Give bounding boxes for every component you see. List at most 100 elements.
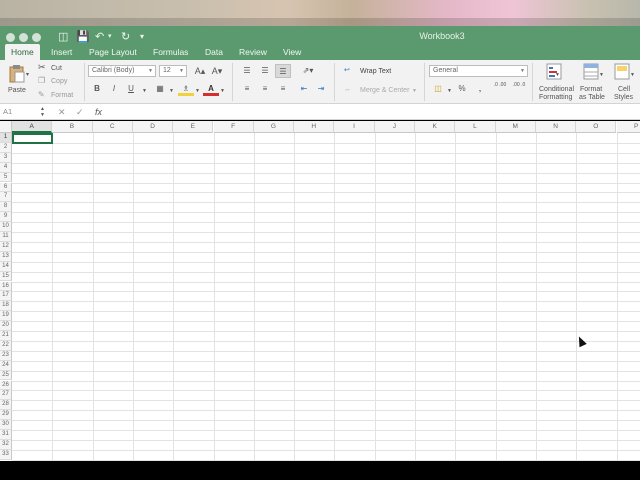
row-header[interactable]: 19 — [0, 311, 12, 322]
font-color-icon[interactable]: A — [203, 82, 219, 96]
row-header[interactable]: 24 — [0, 360, 12, 371]
row-header[interactable]: 22 — [0, 340, 12, 351]
accounting-dropdown-icon[interactable]: ▼ — [447, 87, 452, 96]
column-header[interactable]: B — [52, 121, 93, 133]
tab-home[interactable]: Home — [5, 44, 40, 60]
tab-view[interactable]: View — [277, 44, 307, 60]
tab-review[interactable]: Review — [233, 44, 273, 60]
bold-button[interactable]: B — [89, 82, 105, 96]
percent-button[interactable]: % — [454, 82, 470, 96]
row-header[interactable]: 8 — [0, 202, 12, 213]
comma-style-button[interactable]: ‚ — [472, 82, 488, 96]
row-header[interactable]: 14 — [0, 261, 12, 272]
column-header[interactable]: N — [535, 121, 577, 133]
row-header[interactable]: 31 — [0, 430, 12, 440]
paste-dropdown-icon[interactable]: ▾ — [26, 71, 29, 80]
row-header[interactable]: 5 — [0, 172, 12, 183]
column-header[interactable]: M — [495, 121, 536, 133]
fill-color-icon[interactable]: ♗ — [178, 82, 194, 96]
conditional-formatting-button[interactable]: ▼ Conditional Formatting — [536, 62, 578, 102]
orientation-icon[interactable]: ⇗▾ — [297, 64, 319, 78]
row-header[interactable]: 23 — [0, 350, 12, 361]
column-header[interactable]: C — [92, 121, 133, 133]
row-header[interactable]: 25 — [0, 370, 12, 381]
wrap-text-button[interactable]: ↩ Wrap Text — [344, 65, 404, 77]
decrease-decimal-button[interactable]: .00 .0 — [511, 82, 527, 96]
row-header[interactable]: 21 — [0, 331, 12, 341]
fill-color-dropdown-icon[interactable]: ▼ — [195, 87, 200, 96]
column-header[interactable]: K — [415, 121, 456, 133]
row-header[interactable]: 17 — [0, 291, 12, 302]
row-header[interactable]: 29 — [0, 410, 12, 421]
row-header[interactable]: 28 — [0, 400, 12, 411]
cancel-icon[interactable]: ✕ — [58, 105, 66, 119]
accounting-icon[interactable]: ◫ — [429, 82, 447, 96]
row-header[interactable]: 12 — [0, 241, 12, 252]
font-size-select[interactable]: 12 ▼ — [159, 65, 187, 77]
formula-input[interactable] — [112, 105, 636, 119]
row-header[interactable]: 4 — [0, 162, 12, 173]
merge-center-button[interactable]: ↔ Merge & Center ▼ — [344, 84, 419, 96]
underline-button[interactable]: U — [123, 82, 139, 96]
tab-page-layout[interactable]: Page Layout — [83, 44, 143, 60]
select-all-corner[interactable] — [0, 121, 12, 133]
row-header[interactable]: 33 — [0, 449, 12, 460]
column-header[interactable]: O — [576, 121, 617, 133]
increase-indent-icon[interactable]: ⇥ — [313, 82, 329, 96]
format-as-table-button[interactable]: ▼ Format as Table — [578, 62, 608, 102]
row-header[interactable]: 18 — [0, 301, 12, 312]
column-header[interactable]: I — [334, 121, 375, 133]
format-painter-button[interactable]: ✎ Format — [38, 89, 78, 100]
increase-font-icon[interactable]: A▴ — [192, 64, 208, 78]
increase-decimal-button[interactable]: .0 .00 — [492, 82, 508, 96]
tab-insert[interactable]: Insert — [45, 44, 78, 60]
font-color-dropdown-icon[interactable]: ▼ — [220, 87, 225, 96]
column-header[interactable]: J — [374, 121, 415, 133]
row-header[interactable]: 30 — [0, 420, 12, 430]
align-bottom-icon[interactable]: ☰ — [275, 64, 291, 78]
tab-formulas[interactable]: Formulas — [147, 44, 194, 60]
column-header[interactable]: P — [616, 121, 640, 133]
insert-function-button[interactable]: fx — [95, 105, 102, 119]
copy-button[interactable]: ❐ Copy — [38, 75, 78, 86]
align-center-icon[interactable]: ≡ — [257, 82, 273, 96]
cut-button[interactable]: ✂ Cut — [38, 62, 74, 73]
align-middle-icon[interactable]: ☰ — [257, 64, 273, 78]
paste-button[interactable]: Paste — [5, 63, 31, 99]
align-right-icon[interactable]: ≡ — [275, 82, 291, 96]
spreadsheet-grid[interactable]: A B C D E F G H I J K L M N O P 1 2 3 4 5 6 7 8 9 10 11 12 13 14 15 16 1… — [0, 121, 640, 461]
row-header[interactable]: 13 — [0, 251, 12, 262]
row-header[interactable]: 26 — [0, 380, 12, 391]
row-header[interactable]: 11 — [0, 232, 12, 242]
column-header[interactable]: A — [12, 121, 53, 133]
column-header[interactable]: L — [455, 121, 496, 133]
borders-dropdown-icon[interactable]: ▼ — [169, 87, 174, 96]
decrease-font-icon[interactable]: A▾ — [209, 64, 225, 78]
italic-button[interactable]: I — [106, 82, 122, 96]
underline-dropdown-icon[interactable]: ▼ — [142, 87, 147, 96]
cell-styles-button[interactable]: ▼ Cell Styles — [610, 62, 640, 102]
row-header[interactable]: 15 — [0, 271, 12, 282]
tab-data[interactable]: Data — [199, 44, 229, 60]
row-header[interactable]: 7 — [0, 192, 12, 203]
active-cell[interactable] — [12, 133, 54, 144]
name-box[interactable]: A1 ▲ ▼ — [0, 105, 50, 119]
column-header[interactable]: H — [294, 121, 335, 133]
row-header[interactable]: 9 — [0, 212, 12, 223]
row-header[interactable]: 10 — [0, 222, 12, 232]
row-header[interactable]: 3 — [0, 152, 12, 163]
row-header[interactable]: 1 — [0, 133, 12, 143]
row-header[interactable]: 20 — [0, 321, 12, 331]
row-header[interactable]: 6 — [0, 182, 12, 193]
column-header[interactable]: D — [132, 121, 174, 133]
column-header[interactable]: F — [213, 121, 254, 133]
enter-icon[interactable]: ✓ — [76, 105, 84, 119]
decrease-indent-icon[interactable]: ⇤ — [296, 82, 312, 96]
align-left-icon[interactable]: ≡ — [239, 82, 255, 96]
row-header[interactable]: 2 — [0, 142, 12, 153]
number-format-select[interactable]: General ▼ — [429, 65, 528, 77]
borders-icon[interactable]: ▦ — [152, 82, 168, 96]
column-header[interactable]: G — [253, 121, 295, 133]
font-name-select[interactable]: Calibri (Body) ▼ — [88, 65, 156, 77]
row-header[interactable]: 32 — [0, 439, 12, 450]
